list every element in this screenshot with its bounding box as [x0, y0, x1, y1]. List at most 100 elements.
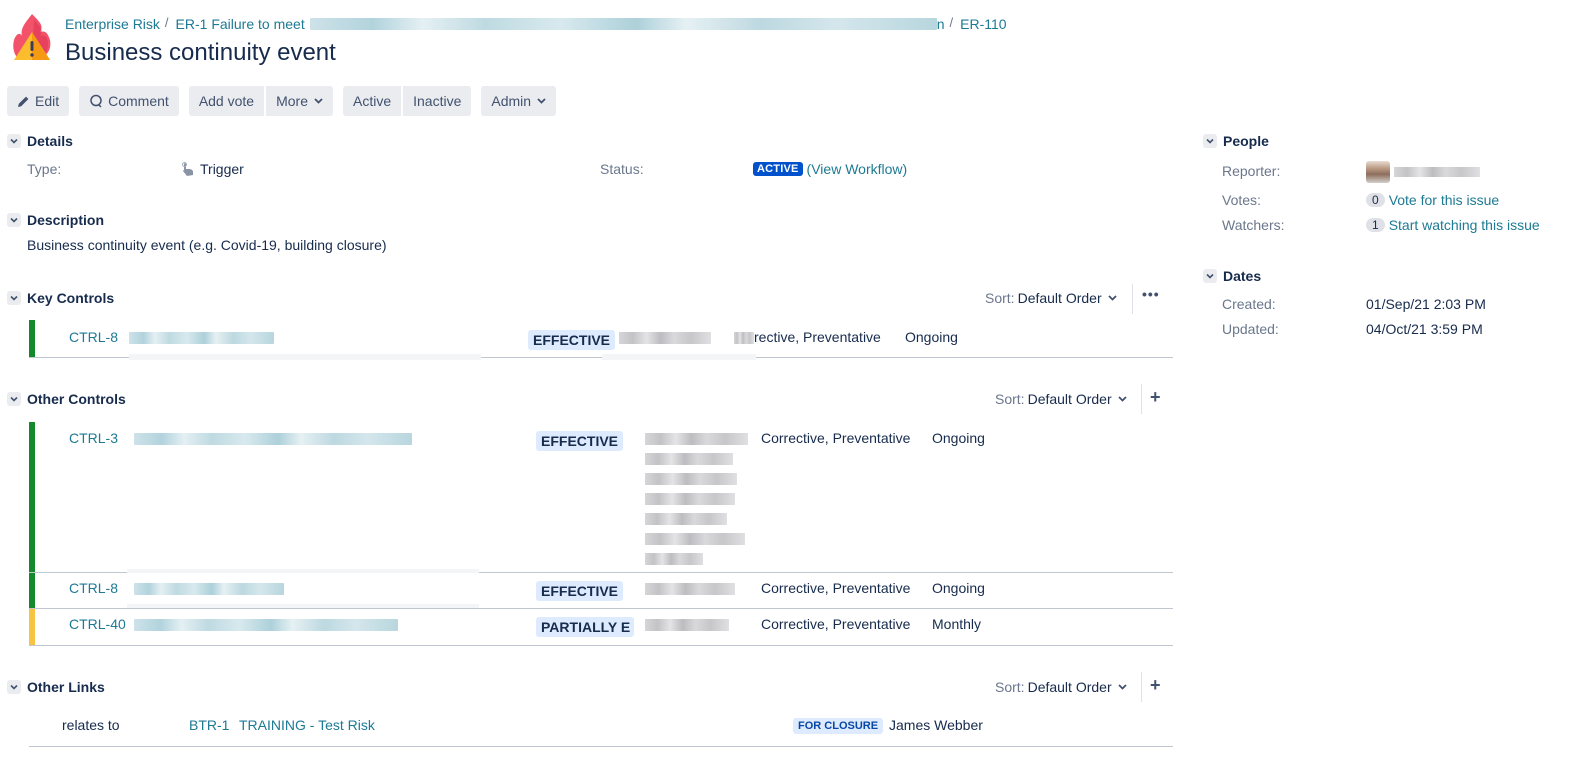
- details-heading: Details: [27, 133, 73, 149]
- breadcrumb-parent-tail: n: [936, 16, 945, 32]
- chevron-down-icon: [314, 98, 323, 104]
- watchers-label: Watchers:: [1222, 217, 1285, 233]
- sort-label: Sort:: [985, 290, 1015, 306]
- redacted-text: [309, 18, 937, 30]
- control-key-link[interactable]: CTRL-40: [69, 616, 126, 632]
- status-color-bar: [29, 573, 35, 608]
- linked-issue-assignee: James Webber: [889, 717, 983, 733]
- redacted-summary[interactable]: [134, 619, 398, 631]
- details-section-header: Details: [7, 133, 73, 149]
- other-controls-section-header: Other Controls: [7, 391, 126, 407]
- vote-link[interactable]: Vote for this issue: [1389, 192, 1500, 208]
- collapse-toggle[interactable]: [7, 213, 21, 227]
- fire-warning-icon[interactable]: [10, 12, 54, 64]
- watchers-value: 1 Start watching this issue: [1366, 217, 1540, 233]
- other-links-sort-dropdown[interactable]: Sort: Default Order: [995, 679, 1127, 695]
- plus-icon[interactable]: +: [1150, 387, 1161, 408]
- breadcrumb-project[interactable]: Enterprise Risk: [65, 16, 160, 32]
- votes-value: 0 Vote for this issue: [1366, 192, 1499, 208]
- divider: [1132, 284, 1133, 314]
- comment-label: Comment: [108, 93, 169, 109]
- collapse-toggle[interactable]: [7, 291, 21, 305]
- people-heading: People: [1223, 133, 1269, 149]
- control-frequency: Ongoing: [905, 329, 958, 345]
- inactive-transition-button[interactable]: Inactive: [403, 86, 472, 116]
- redacted-summary[interactable]: [134, 433, 412, 445]
- other-links-heading: Other Links: [27, 679, 105, 695]
- issue-toolbar: Edit Comment Add vote More Active Inacti…: [7, 86, 566, 116]
- plus-icon[interactable]: +: [1150, 675, 1161, 696]
- control-status-lozenge: EFFECTIVE: [528, 330, 616, 350]
- active-transition-button[interactable]: Active: [342, 86, 402, 116]
- people-section-header: People: [1203, 133, 1269, 149]
- breadcrumb-separator: /: [164, 14, 169, 30]
- redacted-reporter-name: [1394, 167, 1480, 177]
- votes-label: Votes:: [1222, 192, 1261, 208]
- watch-link[interactable]: Start watching this issue: [1389, 217, 1540, 233]
- issue-header: Enterprise Risk / ER-1 Failure to meet n…: [10, 12, 1210, 72]
- collapse-toggle[interactable]: [1203, 269, 1217, 283]
- other-links-section-header: Other Links: [7, 679, 105, 695]
- more-label: More: [276, 93, 308, 109]
- breadcrumb-parent-issue[interactable]: ER-1 Failure to meet n: [176, 16, 945, 32]
- redacted-summary[interactable]: [134, 583, 284, 595]
- edit-button[interactable]: Edit: [7, 86, 70, 116]
- redacted-summary[interactable]: [129, 332, 274, 344]
- table-row: CTRL-8 EFFECTIVE Corrective, Preventativ…: [29, 573, 1173, 609]
- comment-icon: [89, 94, 103, 108]
- type-label: Type:: [27, 161, 62, 177]
- control-status-lozenge: PARTIALLY E: [536, 617, 634, 637]
- admin-dropdown[interactable]: Admin: [481, 86, 557, 116]
- add-vote-button[interactable]: Add vote: [188, 86, 265, 116]
- watchers-count-badge: 1: [1366, 218, 1385, 232]
- control-key-link[interactable]: CTRL-8: [69, 329, 118, 345]
- key-controls-sort-dropdown[interactable]: Sort: Default Order: [985, 290, 1117, 306]
- votes-count-badge: 0: [1366, 193, 1385, 207]
- control-type: rective, Preventative: [754, 329, 881, 345]
- table-row: CTRL-3 EFFECTIVE Corrective, Preventativ…: [29, 422, 1173, 573]
- other-controls-heading: Other Controls: [27, 391, 126, 407]
- divider: [1141, 384, 1142, 414]
- collapse-toggle[interactable]: [7, 392, 21, 406]
- trigger-icon: [181, 161, 195, 177]
- collapse-toggle[interactable]: [1203, 134, 1217, 148]
- table-row: CTRL-8 EFFECTIVE rective, Preventative O…: [29, 320, 1173, 360]
- key-controls-heading: Key Controls: [27, 290, 115, 306]
- more-actions-icon[interactable]: •••: [1142, 286, 1160, 302]
- control-key-link[interactable]: CTRL-8: [69, 580, 118, 596]
- comment-button[interactable]: Comment: [79, 86, 179, 116]
- collapse-toggle[interactable]: [7, 134, 21, 148]
- edit-label: Edit: [35, 93, 60, 109]
- row-shade: [127, 604, 479, 608]
- control-type: Corrective, Preventative: [761, 616, 911, 632]
- control-frequency: Ongoing: [932, 430, 985, 446]
- key-controls-section-header: Key Controls: [7, 290, 114, 306]
- other-controls-sort-dropdown[interactable]: Sort: Default Order: [995, 391, 1127, 407]
- redacted-text: [734, 332, 754, 344]
- control-status-lozenge: EFFECTIVE: [536, 431, 624, 451]
- sort-value: Default Order: [1017, 290, 1102, 306]
- redacted-owner: [645, 583, 735, 595]
- status-value: ACTIVE (View Workflow): [753, 161, 907, 177]
- type-value: Trigger: [181, 161, 244, 177]
- breadcrumb-issue-key[interactable]: ER-110: [960, 16, 1006, 32]
- link-row: relates to BTR-1 TRAINING - Test Risk FO…: [29, 708, 1173, 747]
- linked-issue-summary[interactable]: TRAINING - Test Risk: [239, 717, 375, 733]
- breadcrumb-separator: /: [949, 14, 954, 30]
- page-title: Business continuity event: [65, 39, 336, 66]
- pencil-icon: [17, 95, 30, 108]
- linked-issue-key[interactable]: BTR-1: [189, 717, 229, 733]
- collapse-toggle[interactable]: [7, 680, 21, 694]
- sort-label: Sort:: [995, 679, 1025, 695]
- control-key-link[interactable]: CTRL-3: [69, 430, 118, 446]
- linked-issue-status-lozenge: FOR CLOSURE: [793, 718, 884, 734]
- control-frequency: Ongoing: [932, 580, 985, 596]
- status-label: Status:: [600, 161, 644, 177]
- chevron-down-icon: [1107, 293, 1117, 303]
- type-text: Trigger: [200, 161, 244, 177]
- more-dropdown[interactable]: More: [266, 86, 333, 116]
- view-workflow-link[interactable]: (View Workflow): [807, 161, 908, 177]
- updated-label: Updated:: [1222, 321, 1279, 337]
- reporter-value[interactable]: [1366, 161, 1480, 183]
- status-color-bar: [29, 609, 35, 645]
